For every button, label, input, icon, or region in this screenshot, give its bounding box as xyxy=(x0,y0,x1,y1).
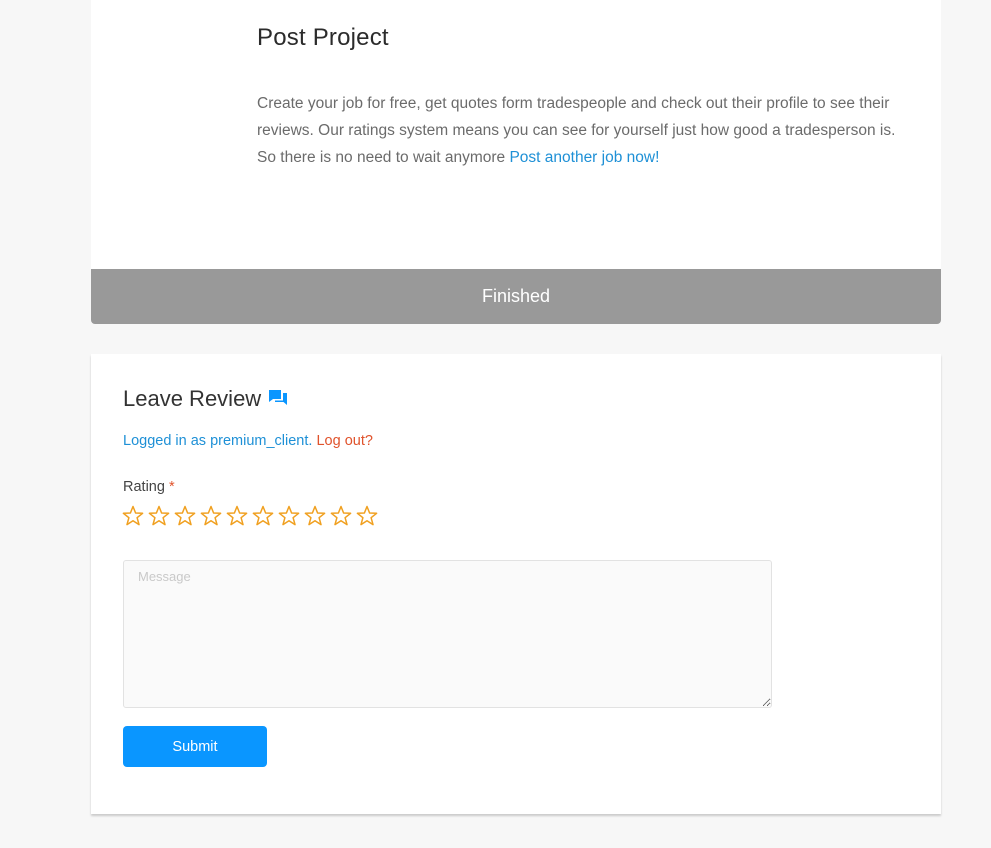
star-icon[interactable] xyxy=(226,505,248,527)
logout-link[interactable]: Log out? xyxy=(316,433,372,449)
star-icon[interactable] xyxy=(174,505,196,527)
logged-in-line: Logged in as premium_client. Log out? xyxy=(123,433,373,449)
chat-bubbles-icon xyxy=(268,387,288,405)
star-icon[interactable] xyxy=(122,505,144,527)
page: Post Project Create your job for free, g… xyxy=(0,0,991,848)
message-field[interactable] xyxy=(123,560,772,708)
status-bar: Finished xyxy=(91,269,941,324)
submit-button[interactable]: Submit xyxy=(123,726,267,767)
leave-review-card: Leave Review Logged in as premium_client… xyxy=(91,354,941,814)
rating-label-text: Rating xyxy=(123,479,165,495)
post-project-description: Create your job for free, get quotes for… xyxy=(257,90,907,171)
post-project-title: Post Project xyxy=(257,24,389,51)
star-rating xyxy=(122,505,378,527)
post-project-card: Post Project Create your job for free, g… xyxy=(91,0,941,269)
required-asterisk: * xyxy=(168,479,175,495)
leave-review-heading: Leave Review xyxy=(123,386,288,412)
star-icon[interactable] xyxy=(278,505,300,527)
post-another-job-link[interactable]: Post another job now! xyxy=(509,149,659,166)
star-icon[interactable] xyxy=(252,505,274,527)
status-label: Finished xyxy=(481,286,551,306)
leave-review-title: Leave Review xyxy=(123,386,262,411)
username-link[interactable]: premium_client xyxy=(210,433,308,449)
star-icon[interactable] xyxy=(148,505,170,527)
rating-label: Rating * xyxy=(123,479,175,495)
logged-in-prefix: Logged in as xyxy=(123,433,211,449)
star-icon[interactable] xyxy=(200,505,222,527)
star-icon[interactable] xyxy=(304,505,326,527)
star-icon[interactable] xyxy=(330,505,352,527)
star-icon[interactable] xyxy=(356,505,378,527)
